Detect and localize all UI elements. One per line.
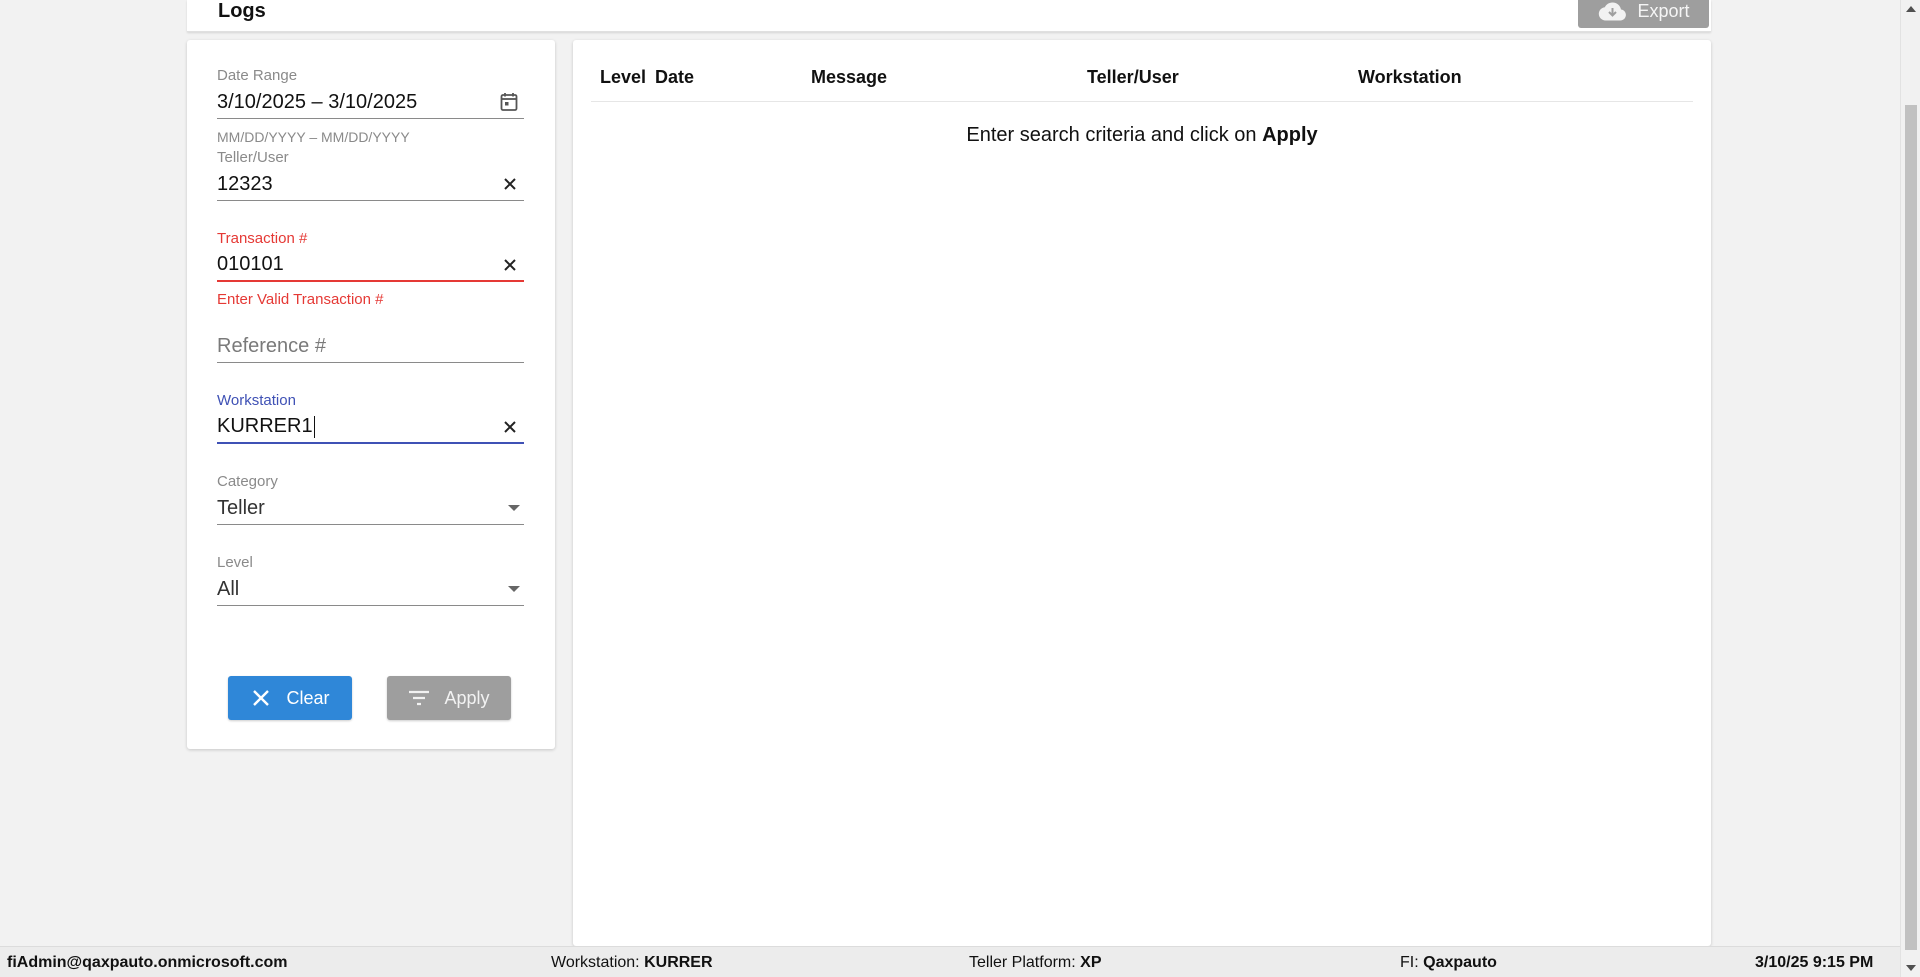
date-range-hint: MM/DD/YYYY – MM/DD/YYYY <box>217 129 410 145</box>
workstation-label: Workstation <box>217 392 296 409</box>
chevron-down-icon[interactable] <box>508 586 520 592</box>
page-title: Logs <box>218 0 266 22</box>
transaction-error: Enter Valid Transaction # <box>217 291 384 308</box>
column-header-date[interactable]: Date <box>655 67 694 88</box>
level-field: Level All <box>217 554 524 606</box>
date-range-input[interactable]: 3/10/2025 – 3/10/2025 <box>217 86 524 119</box>
export-button[interactable]: Export <box>1578 0 1709 28</box>
teller-user-value: 12323 <box>217 172 273 195</box>
level-select[interactable]: All <box>217 573 524 606</box>
scroll-up-icon[interactable] <box>1906 6 1916 12</box>
clear-teller-icon[interactable] <box>502 176 518 192</box>
date-range-field: Date Range 3/10/2025 – 3/10/2025 MM/DD/Y… <box>217 67 524 145</box>
reference-input[interactable]: Reference # <box>217 330 524 363</box>
workstation-field: Workstation KURRER1 <box>217 392 524 444</box>
cloud-download-icon <box>1599 2 1627 21</box>
teller-user-label: Teller/User <box>217 149 289 166</box>
transaction-field: Transaction # 010101 Enter Valid Transac… <box>217 230 524 308</box>
scrollbar-thumb[interactable] <box>1905 105 1917 950</box>
calendar-icon[interactable] <box>500 92 518 112</box>
empty-state-message: Enter search criteria and click on Apply <box>573 124 1711 147</box>
column-header-teller-user[interactable]: Teller/User <box>1087 67 1179 88</box>
reference-field: Reference # <box>217 330 524 363</box>
workstation-input[interactable]: KURRER1 <box>217 411 524 444</box>
category-select[interactable]: Teller <box>217 492 524 525</box>
clear-button[interactable]: Clear <box>228 676 352 720</box>
teller-user-input[interactable]: 12323 <box>217 168 524 201</box>
text-cursor <box>313 415 315 438</box>
column-header-workstation[interactable]: Workstation <box>1358 67 1462 88</box>
results-panel: Level Date Message Teller/User Workstati… <box>573 40 1711 946</box>
footer-user: fiAdmin@qaxpauto.onmicrosoft.com <box>7 954 288 971</box>
column-header-message[interactable]: Message <box>811 67 887 88</box>
page-scrollbar[interactable] <box>1900 0 1920 977</box>
workstation-value: KURRER1 <box>217 415 313 437</box>
clear-workstation-icon[interactable] <box>502 419 518 435</box>
filter-panel: Date Range 3/10/2025 – 3/10/2025 MM/DD/Y… <box>187 40 555 749</box>
category-value: Teller <box>217 496 265 519</box>
category-label: Category <box>217 473 278 490</box>
results-table-header: Level Date Message Teller/User Workstati… <box>591 62 1693 102</box>
status-bar: fiAdmin@qaxpauto.onmicrosoft.com Worksta… <box>0 946 1900 977</box>
transaction-input[interactable]: 010101 <box>217 249 524 282</box>
clear-transaction-icon[interactable] <box>502 257 518 273</box>
column-header-level[interactable]: Level <box>600 67 646 88</box>
apply-button[interactable]: Apply <box>387 676 511 720</box>
footer-datetime: 3/10/25 9:15 PM <box>1755 954 1874 971</box>
footer-workstation: Workstation: KURRER <box>551 954 713 971</box>
scroll-down-icon[interactable] <box>1906 965 1916 971</box>
transaction-label: Transaction # <box>217 230 308 247</box>
footer-fi: FI: Qaxpauto <box>1400 954 1497 971</box>
page-header: Logs Export <box>187 0 1711 32</box>
chevron-down-icon[interactable] <box>508 505 520 511</box>
footer-platform: Teller Platform: XP <box>969 954 1102 971</box>
date-range-value: 3/10/2025 – 3/10/2025 <box>217 90 418 113</box>
filter-icon <box>409 690 430 706</box>
date-range-label: Date Range <box>217 67 298 84</box>
export-label: Export <box>1637 0 1690 21</box>
empty-state-action: Apply <box>1262 124 1318 146</box>
category-field: Category Teller <box>217 473 524 525</box>
close-icon <box>253 690 270 706</box>
apply-label: Apply <box>444 687 490 708</box>
level-value: All <box>217 577 240 600</box>
reference-placeholder: Reference # <box>217 334 326 357</box>
transaction-value: 010101 <box>217 253 284 275</box>
clear-label: Clear <box>286 687 330 708</box>
teller-user-field: Teller/User 12323 <box>217 149 524 201</box>
level-label: Level <box>217 554 253 571</box>
empty-state-prefix: Enter search criteria and click on <box>966 124 1263 146</box>
